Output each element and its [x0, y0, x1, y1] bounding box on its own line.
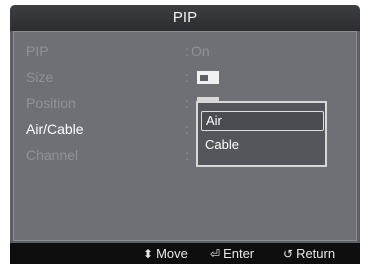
menu-item-label: Position	[26, 95, 76, 111]
enter-label: Enter	[223, 246, 255, 261]
pip-size-icon	[197, 71, 219, 84]
separator: :	[185, 43, 189, 59]
separator: :	[185, 147, 189, 163]
separator: :	[185, 95, 189, 111]
menu-item-label: Channel	[26, 147, 79, 163]
menu-title: PIP	[10, 5, 360, 31]
move-hint: ⬍ Move	[143, 243, 188, 264]
pip-menu-window: PIP PIP : On Size : Position : Air/Cable…	[10, 5, 360, 264]
dropdown-option-cable[interactable]: Cable	[201, 136, 322, 154]
menu-item-label: PIP	[26, 43, 49, 59]
move-label: Move	[156, 246, 188, 261]
settings-panel: PIP : On Size : Position : Air/Cable : C…	[13, 31, 357, 241]
menu-item-value: On	[191, 43, 210, 59]
separator: :	[185, 121, 189, 137]
menu-item-size[interactable]: Size :	[14, 64, 356, 90]
up-down-arrow-icon: ⬍	[143, 247, 154, 261]
dropdown-option-air[interactable]: Air	[201, 111, 324, 131]
air-cable-dropdown: Air Cable	[196, 101, 327, 167]
return-hint: ↺ Return	[283, 243, 335, 264]
menu-item-label: Air/Cable	[26, 121, 84, 137]
return-label: Return	[296, 246, 336, 261]
separator: :	[185, 69, 189, 85]
navigation-hints-bar: ⬍ Move ⏎ Enter ↺ Return	[10, 243, 360, 264]
return-icon: ↺	[283, 247, 294, 261]
enter-icon: ⏎	[210, 247, 221, 261]
menu-item-label: Size	[26, 69, 54, 85]
menu-item-pip[interactable]: PIP : On	[14, 38, 356, 64]
enter-hint: ⏎ Enter	[210, 243, 254, 264]
